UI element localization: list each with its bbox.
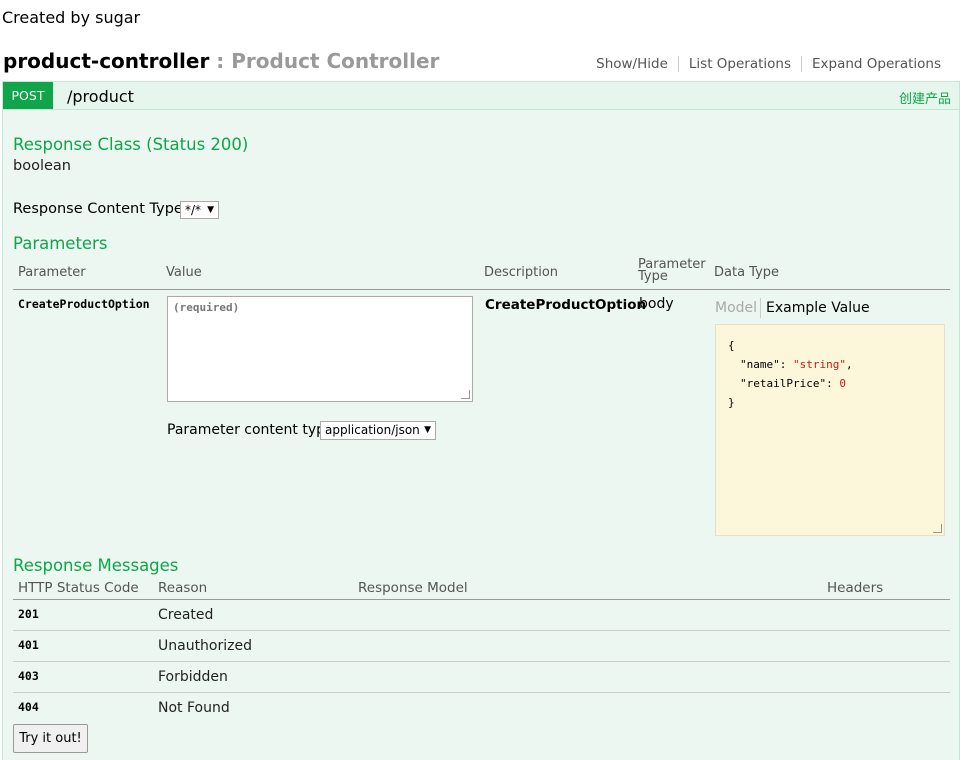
controller-heading[interactable]: product-controller : Product Controller	[3, 49, 439, 73]
operation-summary[interactable]: 创建产品	[899, 88, 951, 107]
rm-header-divider	[13, 599, 950, 600]
rm-header-status-code: HTTP Status Code	[18, 580, 139, 596]
json-close-brace: }	[728, 396, 735, 409]
param-header-value: Value	[166, 265, 202, 280]
status-reason: Unauthorized	[158, 638, 252, 654]
rm-header-response-model: Response Model	[358, 580, 468, 596]
dropdown-arrow-icon: ▼	[207, 205, 214, 215]
response-content-type-select[interactable]: */* ▼	[180, 201, 219, 219]
resize-grip-icon[interactable]	[461, 390, 470, 399]
param-description: CreateProductOption	[485, 297, 647, 313]
row-divider	[13, 630, 950, 631]
response-content-type-label: Response Content Type	[13, 201, 183, 217]
param-value-textarea[interactable]: (required)	[167, 296, 473, 402]
controller-separator: :	[209, 49, 232, 73]
operation-path[interactable]: /product	[67, 87, 134, 106]
json-line-retail-price: "retailPrice": 0	[740, 377, 846, 390]
json-comma: ,	[845, 358, 853, 371]
show-hide-link[interactable]: Show/Hide	[586, 56, 678, 72]
response-class-heading: Response Class (Status 200)	[13, 135, 249, 154]
param-name: CreateProductOption	[18, 297, 150, 311]
param-header-data-type: Data Type	[714, 265, 780, 280]
controller-options: Show/Hide List Operations Expand Operati…	[586, 56, 951, 72]
controller-description: Product Controller	[231, 49, 440, 73]
json-open-brace: {	[728, 339, 735, 352]
status-reason: Not Found	[158, 700, 230, 716]
param-content-type-select[interactable]: application/json ▼	[320, 421, 436, 440]
json-key-retail-price: "retailPrice":	[740, 377, 840, 390]
model-tab[interactable]: Model	[715, 300, 757, 316]
controller-name[interactable]: product-controller	[3, 49, 209, 73]
created-by-text: Created by sugar	[2, 8, 141, 27]
status-reason: Forbidden	[158, 669, 228, 685]
param-header-parameter: Parameter	[18, 265, 86, 280]
row-divider	[13, 661, 950, 662]
json-line-name: "name": "string",	[740, 358, 853, 371]
example-value-tab[interactable]: Example Value	[766, 300, 870, 316]
param-content-type-value: application/json	[325, 423, 420, 437]
status-code: 201	[18, 607, 39, 621]
param-header-divider	[13, 289, 950, 290]
expand-operations-link[interactable]: Expand Operations	[801, 56, 951, 72]
json-val-retail-price: 0	[839, 377, 846, 390]
try-it-out-button[interactable]: Try it out!	[13, 724, 88, 753]
list-operations-link[interactable]: List Operations	[677, 56, 801, 72]
param-content-type-label: Parameter content type:	[167, 422, 339, 438]
status-code: 401	[18, 638, 39, 652]
resize-grip-icon[interactable]	[933, 524, 942, 533]
response-class-type: boolean	[13, 158, 71, 174]
dropdown-arrow-icon: ▼	[424, 425, 431, 435]
tab-divider	[760, 298, 761, 318]
status-code: 403	[18, 669, 39, 683]
rm-header-headers: Headers	[827, 580, 884, 596]
response-content-type-value: */*	[185, 203, 202, 217]
status-code: 404	[18, 700, 39, 714]
row-divider	[13, 692, 950, 693]
response-messages-heading: Response Messages	[13, 556, 179, 575]
status-reason: Created	[158, 607, 214, 623]
param-header-description: Description	[484, 265, 559, 280]
example-value-box[interactable]: { "name": "string", "retailPrice": 0 }	[715, 324, 945, 536]
json-val-name: "string"	[792, 358, 846, 371]
param-header-parameter-type: Parameter Type	[638, 257, 706, 284]
http-method-badge[interactable]: POST	[3, 82, 53, 109]
operation-header[interactable]	[2, 81, 960, 110]
param-value-placeholder: (required)	[173, 301, 240, 314]
json-key-name: "name":	[740, 358, 793, 371]
rm-header-reason: Reason	[158, 580, 208, 596]
param-type: body	[639, 296, 674, 312]
parameters-heading: Parameters	[13, 234, 108, 253]
